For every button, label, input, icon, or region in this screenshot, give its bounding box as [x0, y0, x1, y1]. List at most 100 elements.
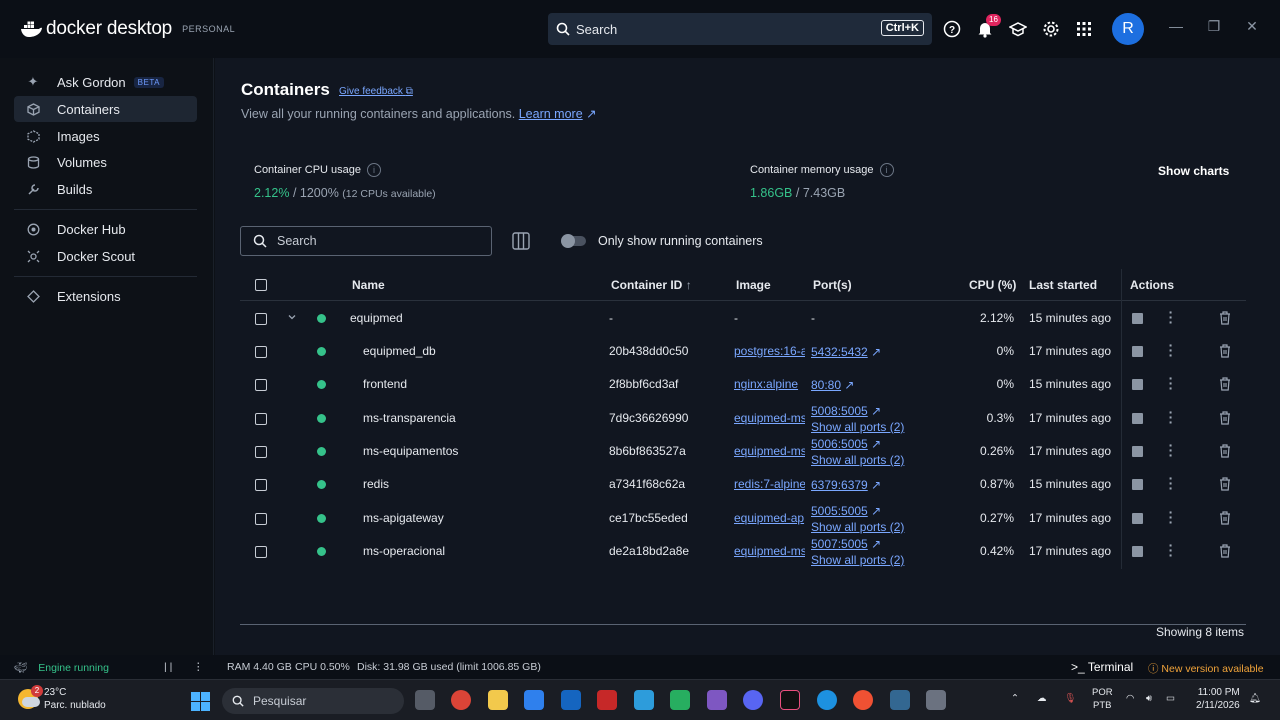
container-image[interactable]: postgres:16-alpine: [734, 344, 805, 358]
trash-icon[interactable]: [1218, 376, 1232, 392]
show-charts-button[interactable]: Show charts: [1158, 164, 1229, 178]
more-vertical-icon[interactable]: · · ·: [1167, 305, 1175, 329]
help-icon[interactable]: ?: [941, 18, 963, 40]
trash-icon[interactable]: [1218, 510, 1232, 526]
row-checkbox[interactable]: [255, 412, 267, 425]
col-image[interactable]: Image: [736, 278, 771, 292]
row-checkbox[interactable]: [255, 346, 267, 358]
container-name[interactable]: equipmed: [350, 311, 403, 325]
more-vertical-icon[interactable]: · · ·: [1167, 471, 1175, 495]
mcafee-icon[interactable]: [597, 690, 617, 710]
volume-icon[interactable]: 🔊︎: [1146, 692, 1152, 705]
more-vertical-icon[interactable]: · · ·: [1167, 371, 1175, 395]
container-name[interactable]: ms-operacional: [363, 544, 445, 558]
trash-icon[interactable]: [1218, 443, 1232, 459]
col-container-id[interactable]: Container ID ↑: [611, 278, 692, 292]
minimize-icon[interactable]: —: [1166, 18, 1186, 34]
search-input[interactable]: [277, 234, 477, 248]
col-cpu[interactable]: CPU (%): [969, 278, 1016, 292]
container-image[interactable]: equipmed-ms: [734, 444, 805, 458]
show-all-ports-link[interactable]: Show all ports (2): [811, 552, 904, 568]
settings-gear-icon[interactable]: [1040, 18, 1062, 40]
clock[interactable]: 11:00 PM 2/11/2026: [1196, 686, 1240, 712]
container-image[interactable]: equipmed-ms: [734, 411, 805, 425]
table-row[interactable]: ms-apigateway ce17bc55eded equipmed-ap 5005…: [240, 502, 1246, 535]
container-name[interactable]: equipmed_db: [363, 344, 436, 358]
container-search[interactable]: [240, 226, 492, 256]
discord-icon[interactable]: [743, 690, 763, 710]
container-image[interactable]: nginx:alpine: [734, 377, 805, 391]
battery-icon[interactable]: ▭: [1166, 692, 1175, 705]
notification-center-icon[interactable]: 🔔︎: [1249, 692, 1261, 705]
windows-start-icon[interactable]: [191, 692, 210, 711]
container-image[interactable]: equipmed-ms: [734, 544, 805, 558]
port-link[interactable]: 5005:5005: [811, 504, 868, 518]
container-image[interactable]: equipmed-ap: [734, 511, 805, 525]
col-last-started[interactable]: Last started: [1029, 278, 1097, 292]
port-link[interactable]: 5008:5005: [811, 404, 868, 418]
terminal-button[interactable]: >_ Terminal: [1071, 660, 1133, 674]
chrome-icon[interactable]: [451, 690, 471, 710]
postgres-icon[interactable]: [890, 690, 910, 710]
stop-icon[interactable]: [1132, 346, 1143, 357]
stop-icon[interactable]: [1132, 512, 1143, 524]
sidebar-item-containers[interactable]: Containers: [14, 96, 197, 122]
docker-logo[interactable]: docker desktop PERSONAL: [20, 18, 235, 40]
chevron-up-icon[interactable]: ⌃: [1011, 692, 1019, 705]
row-checkbox[interactable]: [255, 512, 267, 525]
port-link[interactable]: 6379:6379: [811, 478, 868, 492]
intellij-icon[interactable]: [780, 690, 800, 710]
col-name[interactable]: Name: [352, 278, 385, 292]
more-vertical-icon[interactable]: · · ·: [1167, 538, 1175, 562]
user-avatar[interactable]: R: [1112, 13, 1144, 45]
table-row[interactable]: ms-equipamentos 8b6bf863527a equipmed-ms 50…: [240, 435, 1246, 468]
new-version-notice[interactable]: ⓘ New version available: [1148, 661, 1264, 676]
more-vertical-icon[interactable]: · · ·: [1167, 338, 1175, 362]
row-checkbox[interactable]: [255, 379, 267, 392]
apps-grid-icon[interactable]: [1073, 18, 1095, 40]
show-all-ports-link[interactable]: Show all ports (2): [811, 519, 904, 535]
dell-icon[interactable]: [561, 690, 581, 710]
table-row-group[interactable]: equipmed - - - 2.12% 15 minutes ago · · ·: [240, 302, 1246, 335]
give-feedback-link[interactable]: Give feedback ⧉: [339, 86, 413, 97]
language-indicator[interactable]: POR PTB: [1092, 686, 1113, 712]
visual-studio-icon[interactable]: [707, 690, 727, 710]
maximize-icon[interactable]: ❐: [1204, 18, 1224, 35]
trash-icon[interactable]: [1218, 476, 1232, 492]
trash-icon[interactable]: [1218, 543, 1232, 559]
sidebar-item-extensions[interactable]: Extensions: [14, 283, 197, 309]
microphone-icon[interactable]: 🎙︎: [1064, 692, 1076, 705]
col-ports[interactable]: Port(s): [813, 278, 852, 292]
table-row[interactable]: redis a7341f68c62a redis:7-alpine 6379:6379…: [240, 468, 1246, 501]
learn-more-link[interactable]: Learn more: [519, 107, 583, 121]
row-checkbox[interactable]: [255, 313, 267, 325]
running-only-toggle[interactable]: [561, 234, 586, 248]
table-row[interactable]: frontend 2f8bbf6cd3af nginx:alpine 80:80 ↗ 0…: [240, 368, 1246, 401]
row-checkbox[interactable]: [255, 445, 267, 458]
port-link[interactable]: 80:80: [811, 378, 841, 392]
wifi-icon[interactable]: ◠: [1126, 692, 1134, 705]
row-checkbox[interactable]: [255, 479, 267, 492]
cloud-icon[interactable]: ☁: [1037, 692, 1047, 705]
sidebar-item-volumes[interactable]: Volumes: [14, 149, 197, 175]
global-search[interactable]: Search Ctrl+K: [548, 13, 932, 45]
trash-icon[interactable]: [1218, 343, 1232, 359]
sidebar-item-docker-hub[interactable]: Docker Hub: [14, 216, 197, 242]
trash-icon[interactable]: [1218, 310, 1232, 326]
store-icon[interactable]: [524, 690, 544, 710]
stop-icon[interactable]: [1132, 412, 1143, 424]
port-link[interactable]: 5006:5005: [811, 437, 868, 451]
table-row[interactable]: equipmed_db 20b438dd0c50 postgres:16-alpin…: [240, 335, 1246, 368]
sidebar-item-builds[interactable]: Builds: [14, 176, 197, 202]
show-all-ports-link[interactable]: Show all ports (2): [811, 452, 904, 468]
close-icon[interactable]: ✕: [1242, 18, 1262, 35]
docker-taskbar-icon[interactable]: [817, 690, 837, 710]
container-name[interactable]: ms-transparencia: [363, 411, 456, 425]
container-name[interactable]: ms-apigateway: [363, 511, 444, 525]
row-checkbox[interactable]: [255, 545, 267, 558]
trash-icon[interactable]: [1218, 410, 1232, 426]
stop-icon[interactable]: [1132, 313, 1143, 324]
more-vertical-icon[interactable]: ⋮: [193, 661, 204, 673]
notepad-icon[interactable]: [670, 690, 690, 710]
columns-icon[interactable]: [512, 232, 530, 250]
